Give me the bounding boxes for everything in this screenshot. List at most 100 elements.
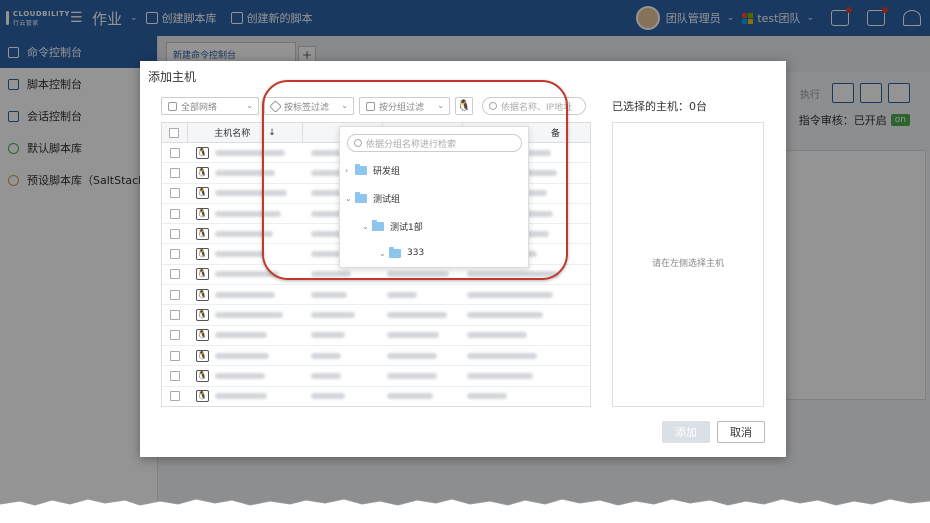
blurred-text: [386, 372, 437, 379]
blurred-text: [214, 393, 267, 400]
private-ip-cell: [383, 352, 463, 359]
linux-icon: 🐧: [195, 369, 209, 382]
network-filter[interactable]: 全部网络 ⌄: [161, 97, 259, 115]
linux-icon: 🐧: [195, 227, 209, 240]
blurred-text: [214, 312, 283, 319]
private-ip-cell: [383, 332, 463, 339]
tree-node-rd-group[interactable]: › 研发组: [345, 164, 400, 177]
table-row[interactable]: 🐧: [162, 387, 590, 406]
hostname-cell: 🐧: [188, 227, 303, 240]
add-button[interactable]: 添加: [662, 421, 710, 443]
blurred-text: [214, 332, 267, 339]
row-checkbox[interactable]: [169, 391, 180, 402]
chevron-down-icon: ⌄: [246, 101, 253, 110]
private-ip-cell: [383, 291, 463, 298]
blurred-text: [386, 291, 417, 298]
private-ip-cell: [383, 312, 463, 319]
dialog-title: 添加主机: [148, 70, 197, 84]
blurred-text: [311, 332, 346, 339]
linux-icon: 🐧: [195, 248, 209, 261]
table-row[interactable]: 🐧: [162, 326, 590, 346]
row-checkbox[interactable]: [169, 289, 180, 300]
blurred-text: [386, 312, 447, 319]
row-checkbox[interactable]: [169, 147, 180, 158]
row-checkbox-cell: [162, 330, 188, 341]
search-icon: [489, 102, 497, 110]
select-all-cell: [162, 123, 188, 142]
public-ip-cell: [303, 271, 383, 278]
public-ip-cell: [303, 332, 383, 339]
tree-node-test-dept-1[interactable]: ⌄ 测试1部: [362, 220, 423, 233]
remark-cell: [463, 393, 590, 400]
network-filter-label: 全部网络: [181, 102, 218, 113]
row-checkbox-cell: [162, 310, 188, 321]
hostname-cell: 🐧: [188, 187, 303, 200]
tree-node-test-group[interactable]: ⌄ 测试组: [345, 192, 400, 205]
column-header-hostname[interactable]: 主机名称 ↓: [188, 123, 304, 142]
selected-hosts-count: 已选择的主机：0台: [612, 100, 707, 113]
group-filter[interactable]: 按分组过滤 ⌄: [359, 97, 450, 115]
linux-icon: 🐧: [195, 187, 209, 200]
hostname-cell: 🐧: [188, 268, 303, 281]
row-checkbox[interactable]: [169, 208, 180, 219]
cancel-button[interactable]: 取消: [717, 421, 765, 443]
select-all-checkbox[interactable]: [169, 127, 180, 138]
hostname-cell: 🐧: [188, 248, 303, 261]
tree-node-333[interactable]: ⌄ 333: [379, 246, 424, 258]
hostname-cell: 🐧: [188, 369, 303, 382]
table-row[interactable]: 🐧: [162, 366, 590, 387]
row-checkbox[interactable]: [169, 330, 180, 341]
network-icon: [168, 101, 177, 111]
blurred-text: [386, 352, 437, 359]
row-checkbox[interactable]: [169, 249, 180, 260]
row-checkbox-cell: [162, 391, 188, 402]
table-row[interactable]: 🐧: [162, 346, 590, 367]
remark-cell: [463, 291, 590, 298]
row-checkbox-cell: [162, 167, 188, 178]
host-search-input[interactable]: 依据名称、IP地址: [482, 97, 586, 115]
group-search-input[interactable]: 依据分组名称进行检索: [347, 134, 522, 152]
linux-filter-button[interactable]: 🐧: [455, 97, 473, 115]
chevron-down-icon: ⌄: [437, 101, 444, 110]
hostname-cell: 🐧: [188, 349, 303, 362]
collapse-arrow-icon[interactable]: ⌄: [345, 194, 355, 203]
remark-cell: [463, 332, 590, 339]
group-filter-label: 按分组过滤: [379, 102, 425, 113]
expand-arrow-icon[interactable]: ›: [345, 166, 355, 175]
host-search-placeholder: 依据名称、IP地址: [501, 102, 573, 113]
blurred-text: [311, 251, 342, 258]
blurred-text: [214, 291, 275, 298]
row-checkbox[interactable]: [169, 228, 180, 239]
group-search-placeholder: 依据分组名称进行检索: [366, 139, 457, 150]
hostname-cell: 🐧: [188, 329, 303, 342]
row-checkbox-cell: [162, 370, 188, 381]
row-checkbox-cell: [162, 208, 188, 219]
blurred-text: [311, 271, 352, 278]
blurred-text: [466, 271, 559, 278]
row-checkbox[interactable]: [169, 350, 180, 361]
remark-cell: [463, 312, 590, 319]
row-checkbox-cell: [162, 147, 188, 158]
linux-icon: 🐧: [195, 349, 209, 362]
row-checkbox[interactable]: [169, 167, 180, 178]
row-checkbox[interactable]: [169, 188, 180, 199]
table-row[interactable]: 🐧: [162, 305, 590, 326]
torn-edge: [0, 498, 930, 523]
blurred-text: [466, 372, 533, 379]
row-checkbox[interactable]: [169, 269, 180, 280]
collapse-arrow-icon[interactable]: ⌄: [379, 249, 389, 258]
collapse-arrow-icon[interactable]: ⌄: [362, 222, 372, 231]
linux-icon: 🐧: [195, 309, 209, 322]
blurred-text: [311, 393, 346, 400]
row-checkbox-cell: [162, 289, 188, 300]
blurred-text: [466, 332, 527, 339]
table-row[interactable]: 🐧: [162, 285, 590, 306]
row-checkbox[interactable]: [169, 310, 180, 321]
remark-cell: [463, 271, 590, 278]
hostname-cell: 🐧: [188, 166, 303, 179]
linux-icon: 🐧: [195, 207, 209, 220]
sort-arrow-icon[interactable]: ↓: [268, 128, 276, 138]
tag-filter[interactable]: 按标签过滤 ⌄: [264, 97, 354, 115]
row-checkbox[interactable]: [169, 370, 180, 381]
public-ip-cell: [303, 372, 383, 379]
